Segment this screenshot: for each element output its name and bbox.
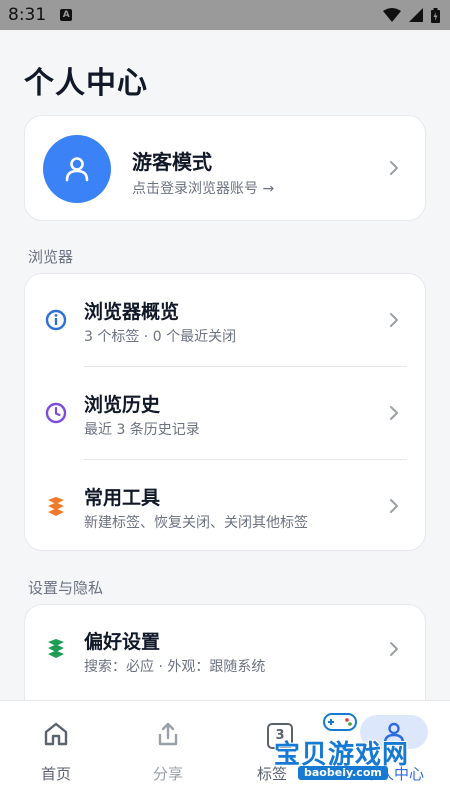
item-subtitle: 最近 3 条历史记录 — [84, 422, 200, 438]
nav-share-label: 分享 — [152, 765, 183, 783]
item-title: 浏览器概览 — [84, 301, 180, 323]
clock-icon — [45, 402, 67, 424]
avatar — [43, 135, 111, 203]
list-item-browse-history[interactable]: 浏览历史 最近 3 条历史记录 — [25, 367, 425, 459]
item-subtitle: 3 个标签 · 0 个最近关闭 — [84, 329, 237, 345]
wifi-icon — [383, 8, 401, 22]
profile-card[interactable]: 游客模式 点击登录浏览器账号 → — [24, 115, 426, 221]
chevron-right-icon — [390, 499, 398, 513]
chevron-right-icon — [390, 642, 398, 656]
list-item-preferences[interactable]: 偏好设置 搜索：必应 · 外观：跟随系统 — [25, 605, 425, 697]
item-subtitle: 搜索：必应 · 外观：跟随系统 — [84, 659, 266, 675]
tools-icon — [48, 497, 64, 516]
chevron-right-icon — [390, 406, 398, 420]
status-bar: 8:31 A — [0, 0, 450, 30]
nav-share[interactable]: 分享 — [112, 701, 224, 801]
nav-profile-label: 个人中心 — [363, 765, 424, 783]
chevron-right-icon — [390, 313, 398, 327]
share-icon — [158, 722, 178, 746]
user-icon — [65, 157, 89, 182]
tab-count-badge: 3 — [267, 723, 293, 749]
login-hint: 点击登录浏览器账号 → — [132, 181, 275, 197]
nav-tabs[interactable]: 3 标签 — [224, 701, 336, 801]
home-icon — [44, 722, 68, 746]
item-subtitle: 新建标签、恢复关闭、关闭其他标签 — [84, 515, 308, 531]
battery-icon — [431, 7, 440, 23]
nav-profile[interactable]: 个人中心 — [338, 701, 450, 801]
notification-a-icon: A — [60, 9, 73, 21]
page-title: 个人中心 — [24, 66, 148, 101]
person-icon — [383, 722, 405, 745]
item-title: 偏好设置 — [84, 631, 161, 653]
chevron-right-icon — [390, 161, 398, 175]
info-icon — [45, 309, 67, 331]
section-label-settings: 设置与隐私 — [28, 579, 104, 597]
section-label-browser: 浏览器 — [28, 248, 74, 266]
nav-home[interactable]: 首页 — [0, 701, 112, 801]
item-title: 浏览历史 — [84, 394, 161, 416]
nav-tabs-label: 标签 — [256, 765, 287, 783]
nav-home-label: 首页 — [40, 765, 71, 783]
preferences-icon — [48, 639, 64, 658]
list-item-browser-overview[interactable]: 浏览器概览 3 个标签 · 0 个最近关闭 — [25, 274, 425, 366]
signal-icon — [409, 8, 423, 22]
item-title: 常用工具 — [84, 487, 161, 509]
profile-name: 游客模式 — [132, 150, 212, 174]
list-item-common-tools[interactable]: 常用工具 新建标签、恢复关闭、关闭其他标签 — [25, 460, 425, 552]
status-time: 8:31 — [8, 5, 47, 25]
browser-card: 浏览器概览 3 个标签 · 0 个最近关闭 浏览历史 最近 3 条历史记录 常用… — [24, 273, 426, 551]
bottom-nav: 首页 分享 3 标签 个人中心 — [0, 700, 450, 801]
